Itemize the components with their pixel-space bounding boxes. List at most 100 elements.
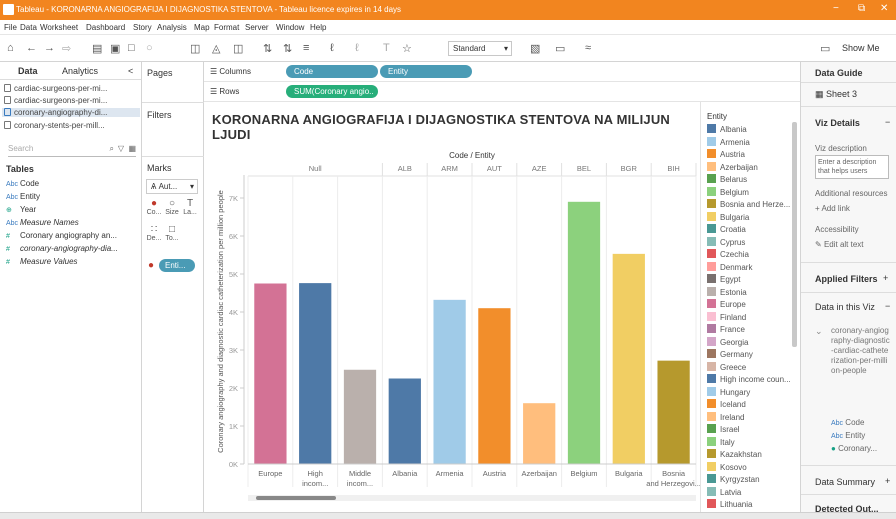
menu-story[interactable]: Story — [133, 23, 152, 32]
expand-icon[interactable]: + — [883, 273, 888, 283]
legend-item[interactable]: Azerbaijan — [707, 161, 758, 172]
bar-chart[interactable]: Code / Entity Null ALB ARM AUT AZE BEL BGR BIH 0K… — [204, 102, 700, 519]
legend-item[interactable]: Finland — [707, 311, 746, 322]
labels-icon[interactable]: ℓ — [355, 42, 359, 54]
collapse-icon[interactable]: − — [885, 301, 890, 311]
text-icon[interactable]: T — [383, 42, 390, 54]
legend-item[interactable]: Georgia — [707, 336, 748, 347]
datasource-item[interactable]: cardiac-surgeons-per-mi... — [4, 96, 107, 105]
viz-description-input[interactable]: Enter a description that helps users — [815, 155, 889, 179]
tab-analytics[interactable]: Analytics — [62, 66, 98, 76]
sort-asc-icon[interactable]: ⇅ — [263, 42, 272, 55]
view-size-dropdown[interactable]: Standard ▾ — [448, 41, 512, 56]
save-icon[interactable]: ▤ — [92, 42, 102, 55]
entity-color-pill[interactable]: Enti... — [159, 259, 195, 272]
menu-window[interactable]: Window — [276, 23, 304, 32]
menu-analysis[interactable]: Analysis — [157, 23, 187, 32]
duplicate-sheet-icon[interactable]: ◫ — [190, 42, 200, 55]
legend-item[interactable]: Iceland — [707, 399, 746, 409]
mark-type-dropdown[interactable]: Ѧ Aut... ▾ — [146, 179, 198, 194]
menu-file[interactable]: File — [4, 23, 17, 32]
menu-format[interactable]: Format — [214, 23, 239, 32]
menu-dashboard[interactable]: Dashboard — [86, 23, 125, 32]
menu-map[interactable]: Map — [194, 23, 210, 32]
legend-item[interactable]: Greece — [707, 361, 746, 372]
sum-coronary-row-pill[interactable]: SUM(Coronary angio.. — [286, 85, 378, 98]
legend-item[interactable]: Europe — [707, 299, 746, 309]
datasource-item[interactable]: coronary-stents-per-mill... — [4, 121, 105, 130]
expand-icon[interactable]: + — [885, 476, 890, 486]
entity-column-pill[interactable]: Entity — [380, 65, 472, 78]
tooltip-button[interactable]: □ To... — [164, 224, 180, 242]
legend-item[interactable]: Austria — [707, 149, 745, 159]
minimize-icon[interactable]: − — [833, 3, 839, 14]
legend-item[interactable]: Lithuania — [707, 499, 752, 509]
legend-item[interactable]: High income coun... — [707, 374, 791, 384]
view-options-icon[interactable]: ▦ — [128, 144, 136, 153]
field-measure-names[interactable]: Abc Measure Names — [6, 218, 79, 227]
legend-item[interactable]: Israel — [707, 424, 740, 434]
field-year[interactable]: ⊕ Year — [6, 205, 36, 214]
menu-worksheet[interactable]: Worksheet — [40, 23, 78, 32]
sheet-link[interactable]: ▦ Sheet 3 — [815, 89, 857, 100]
color-button[interactable]: ● Co... — [146, 198, 162, 216]
source-name[interactable]: coronary-angiography-diagnostic-cardiac-… — [831, 326, 891, 376]
legend-item[interactable]: France — [707, 324, 745, 334]
field-code[interactable]: Abc Code — [6, 179, 39, 188]
pause-icon[interactable]: ○ — [146, 42, 153, 54]
tab-data[interactable]: Data — [18, 66, 38, 76]
show-me-button[interactable]: Show Me — [842, 43, 880, 53]
datasource-item-selected[interactable]: coronary-angiography-di... — [2, 108, 140, 117]
size-button[interactable]: ○ Size — [164, 198, 180, 216]
presentation-icon[interactable]: ▧ — [530, 42, 540, 55]
redo-icon[interactable]: ⇨ — [62, 42, 71, 55]
legend-item[interactable]: Croatia — [707, 224, 746, 234]
swap-icon[interactable]: ◫ — [233, 42, 243, 55]
menu-data[interactable]: Data — [20, 23, 37, 32]
data-in-viz-header[interactable]: Data in this Viz — [815, 302, 875, 312]
legend-item[interactable]: Latvia — [707, 486, 741, 497]
legend-item[interactable]: Albania — [707, 124, 747, 134]
applied-filters-header[interactable]: Applied Filters — [815, 274, 878, 284]
home-icon[interactable]: ⌂ — [7, 42, 14, 54]
code-column-pill[interactable]: Code — [286, 65, 378, 78]
legend-item[interactable]: Bulgaria — [707, 211, 749, 222]
field-coronary-angiography[interactable]: # Coronary angiography an... — [6, 231, 117, 240]
legend-item[interactable]: Italy — [707, 436, 735, 447]
legend-item[interactable]: Hungary — [707, 386, 750, 397]
legend-item[interactable]: Denmark — [707, 261, 752, 272]
add-datasource-icon[interactable]: ▣ — [110, 42, 120, 55]
tooltip-icon[interactable]: ▭ — [555, 42, 565, 55]
share-icon[interactable]: ≈ — [585, 42, 591, 54]
data-summary-header[interactable]: Data Summary — [815, 477, 875, 487]
legend-item[interactable]: Czechia — [707, 249, 749, 259]
entity-color-legend[interactable]: Entity Albania Armenia Austria Azerbaijan Be… — [700, 102, 800, 519]
rows-shelf[interactable]: ☰ Rows SUM(Coronary angio.. — [204, 82, 800, 102]
field-measure-values[interactable]: # Measure Values — [6, 257, 78, 266]
chevron-down-icon[interactable]: ⌄ — [815, 326, 823, 337]
close-icon[interactable]: ✕ — [880, 3, 888, 14]
detail-button[interactable]: ∷ De... — [146, 224, 162, 242]
back-icon[interactable]: ← — [26, 42, 37, 54]
add-link-button[interactable]: + Add link — [815, 204, 850, 213]
search-icon[interactable]: ⌕ — [110, 144, 114, 154]
legend-item[interactable]: Egypt — [707, 274, 740, 284]
sheet-tabs-bar[interactable] — [0, 512, 896, 519]
legend-item[interactable]: Kosovo — [707, 461, 747, 472]
field-coronary-count[interactable]: # coronary-angiography-dia... — [6, 244, 118, 253]
legend-item[interactable]: Ireland — [707, 411, 744, 422]
field-search-input[interactable]: Search ⌕ ▽ ▦ — [8, 144, 136, 157]
sort-desc-icon[interactable]: ⇅ — [283, 42, 292, 55]
collapse-icon[interactable]: − — [885, 117, 890, 127]
legend-item[interactable]: Germany — [707, 349, 753, 359]
horizontal-scrollbar-thumb[interactable] — [256, 496, 336, 500]
legend-item[interactable]: Armenia — [707, 136, 750, 147]
legend-item[interactable]: Belgium — [707, 186, 749, 197]
columns-shelf[interactable]: ☰ Columns Code Entity — [204, 62, 800, 82]
group-icon[interactable]: ≡ — [303, 42, 309, 54]
highlight-icon[interactable]: ℓ — [330, 42, 334, 54]
label-button[interactable]: T La... — [182, 198, 198, 216]
menu-help[interactable]: Help — [310, 23, 326, 32]
legend-item[interactable]: Kazakhstan — [707, 449, 762, 459]
clear-sheet-icon[interactable]: ◬ — [212, 42, 220, 55]
